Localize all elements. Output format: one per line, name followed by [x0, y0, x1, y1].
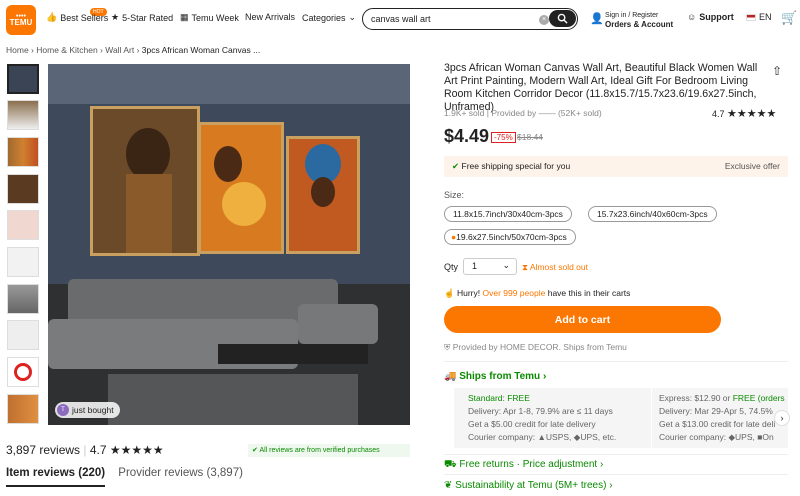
thumbnail-4[interactable]: [7, 174, 39, 204]
usps-icon: ▲: [537, 432, 546, 442]
divider: [444, 474, 788, 475]
divider: [444, 454, 788, 455]
chevron-down-icon: ⌄: [348, 12, 357, 22]
chevron-down-icon: ⌄: [502, 260, 510, 270]
clear-icon[interactable]: ×: [539, 15, 549, 25]
crumb-wall-art[interactable]: Wall Art: [105, 45, 134, 55]
thumbnail-10[interactable]: [7, 394, 39, 424]
price: $4.49: [444, 126, 490, 146]
thumbnail-6[interactable]: [7, 247, 39, 277]
thumbnail-9[interactable]: [7, 357, 39, 387]
shipping-banner: ✔ Free shipping special for you Exclusiv…: [444, 156, 788, 177]
product-rating[interactable]: 4.7 ★★★★★: [712, 107, 776, 120]
living-room-illustration: [48, 64, 410, 425]
provider-info: ⛨ Provided by HOME DECOR. Ships from Tem…: [444, 342, 627, 352]
thumbs-up-icon: 👍: [46, 12, 58, 22]
just-bought-badge: T just bought: [55, 402, 120, 418]
truck-icon: 🚚: [444, 371, 457, 382]
express-shipping-card: Express: $12.90 or FREE (orders Delivery…: [652, 388, 788, 448]
hurry-notice: ☝ Hurry! Over 999 people have this in th…: [444, 288, 631, 298]
us-flag-icon: [746, 13, 756, 21]
tab-provider-reviews[interactable]: Provider reviews (3,897): [118, 467, 243, 479]
original-price: $18.44: [517, 132, 543, 142]
account-menu[interactable]: Sign in / Register Orders & Account: [605, 11, 673, 30]
support-link[interactable]: ☺ Support: [687, 12, 734, 22]
qty-label: Qty: [444, 262, 459, 272]
cart-icon[interactable]: 🛒: [781, 10, 797, 26]
tab-item-reviews[interactable]: Item reviews (220): [6, 467, 106, 487]
search-input[interactable]: canvas wall art: [371, 14, 431, 24]
hourglass-icon: ⧗: [522, 262, 528, 272]
reviews-summary: 3,897 reviews | 4.7 ★★★★★: [6, 443, 164, 457]
nav-categories[interactable]: Categories ⌄: [302, 12, 356, 23]
hand-icon: ☝: [444, 288, 455, 298]
carousel-next-button[interactable]: ›: [774, 410, 790, 426]
almost-sold-out: ⧗ Almost sold out: [522, 262, 588, 272]
avatar: T: [57, 404, 69, 416]
ships-from-temu[interactable]: 🚚 Ships from Temu ›: [444, 371, 546, 382]
crumb-home[interactable]: Home: [6, 45, 29, 55]
return-icon: ⛟: [444, 459, 457, 470]
thumbnail-8[interactable]: [7, 320, 39, 350]
add-to-cart-button[interactable]: Add to cart: [444, 306, 721, 333]
share-icon[interactable]: ⇧: [772, 64, 782, 78]
size-option-small[interactable]: 11.8x15.7inch/30x40cm-3pcs: [444, 206, 572, 222]
thumbnail-1[interactable]: [7, 64, 39, 94]
language-select[interactable]: EN: [746, 12, 772, 22]
search-button[interactable]: [549, 10, 576, 27]
product-main-image[interactable]: T just bought: [48, 64, 410, 425]
nav-new-arrivals[interactable]: New Arrivals: [245, 12, 295, 22]
crumb-current: 3pcs African Woman Canvas ...: [141, 45, 261, 55]
thumbnail-7[interactable]: [7, 284, 39, 314]
crumb-home-kitchen[interactable]: Home & Kitchen: [36, 45, 97, 55]
sustainability-link[interactable]: ❦ Sustainability at Temu (5M+ trees) ›: [444, 480, 613, 491]
standard-shipping-card: Standard: FREE Delivery: Apr 1-8, 79.9% …: [454, 388, 651, 448]
thumbnail-2[interactable]: [7, 100, 39, 130]
star-rating-icon: ★★★★★: [109, 443, 164, 457]
star-rating-icon: ★★★★★: [727, 108, 777, 120]
nav-5-star[interactable]: ★ 5-Star Rated: [111, 12, 173, 23]
nav-best-sellers[interactable]: 👍 Best Sellers: [46, 12, 108, 23]
logo-text: TEMU: [9, 17, 33, 27]
search-bar[interactable]: canvas wall art ×: [362, 8, 578, 30]
shield-check-icon: ✔: [252, 447, 258, 454]
verified-notice: ✔ All reviews are from verified purchase…: [248, 444, 410, 457]
breadcrumb: Home › Home & Kitchen › Wall Art › 3pcs …: [6, 45, 261, 55]
sold-info: 1.9K+ sold | Provided by —— (52K+ sold): [444, 108, 602, 118]
thumbnail-5[interactable]: [7, 210, 39, 240]
exclusive-offer: Exclusive offer: [724, 161, 780, 171]
temu-logo[interactable]: ♦♦♦♦ TEMU: [6, 5, 36, 35]
free-returns-link[interactable]: ⛟ Free returns · Price adjustment ›: [444, 459, 603, 472]
search-icon: [557, 13, 568, 24]
size-option-medium[interactable]: 15.7x23.6inch/40x60cm-3pcs: [588, 206, 717, 222]
leaf-icon: ❦: [444, 480, 453, 491]
review-tabs: Item reviews (220) Provider reviews (3,8…: [6, 467, 243, 487]
discount-badge: -75%: [491, 132, 516, 143]
thumbnail-3[interactable]: [7, 137, 39, 167]
no-sign-icon: [14, 363, 32, 381]
nav-temu-week[interactable]: ▦ Temu Week: [180, 12, 239, 23]
shield-icon: ⛨: [444, 342, 451, 352]
qty-select[interactable]: 1 ⌄: [463, 258, 517, 275]
headset-icon: ☺: [687, 12, 697, 22]
divider: [444, 361, 788, 362]
size-option-large[interactable]: ●19.6x27.5inch/50x70cm-3pcs: [444, 229, 576, 245]
calendar-icon: ▦: [180, 12, 189, 22]
star-badge-icon: ★: [111, 12, 120, 22]
check-icon: ✔: [452, 161, 460, 171]
size-label: Size:: [444, 190, 465, 200]
user-icon: 👤: [590, 13, 604, 25]
